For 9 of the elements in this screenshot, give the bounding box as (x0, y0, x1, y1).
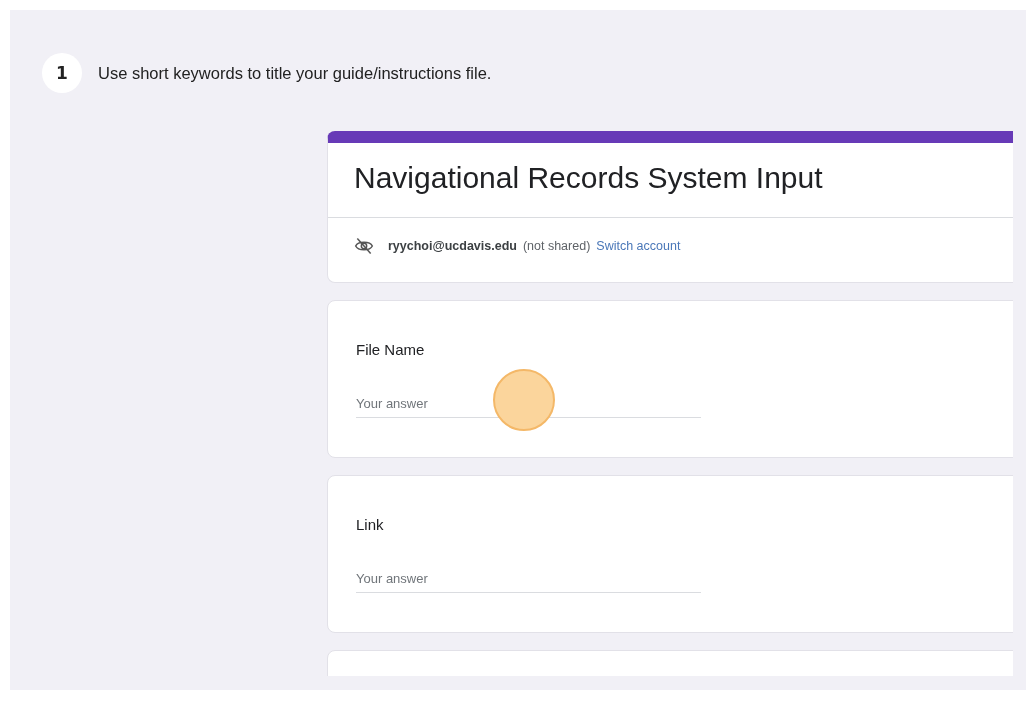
step-number: 1 (42, 53, 82, 93)
sharing-note: (not shared) (522, 239, 591, 253)
question-label: Link (356, 516, 385, 533)
step-instruction: Use short keywords to title your guide/instructions file. (98, 63, 492, 83)
account-email: ryychoi@ucdavis.edu (388, 239, 517, 253)
eye-slash-icon (354, 236, 374, 256)
switch-account-link[interactable]: Switch account (596, 239, 681, 253)
question-label: File Name (356, 341, 426, 358)
form-title: Navigational Records System Input (328, 143, 1013, 218)
